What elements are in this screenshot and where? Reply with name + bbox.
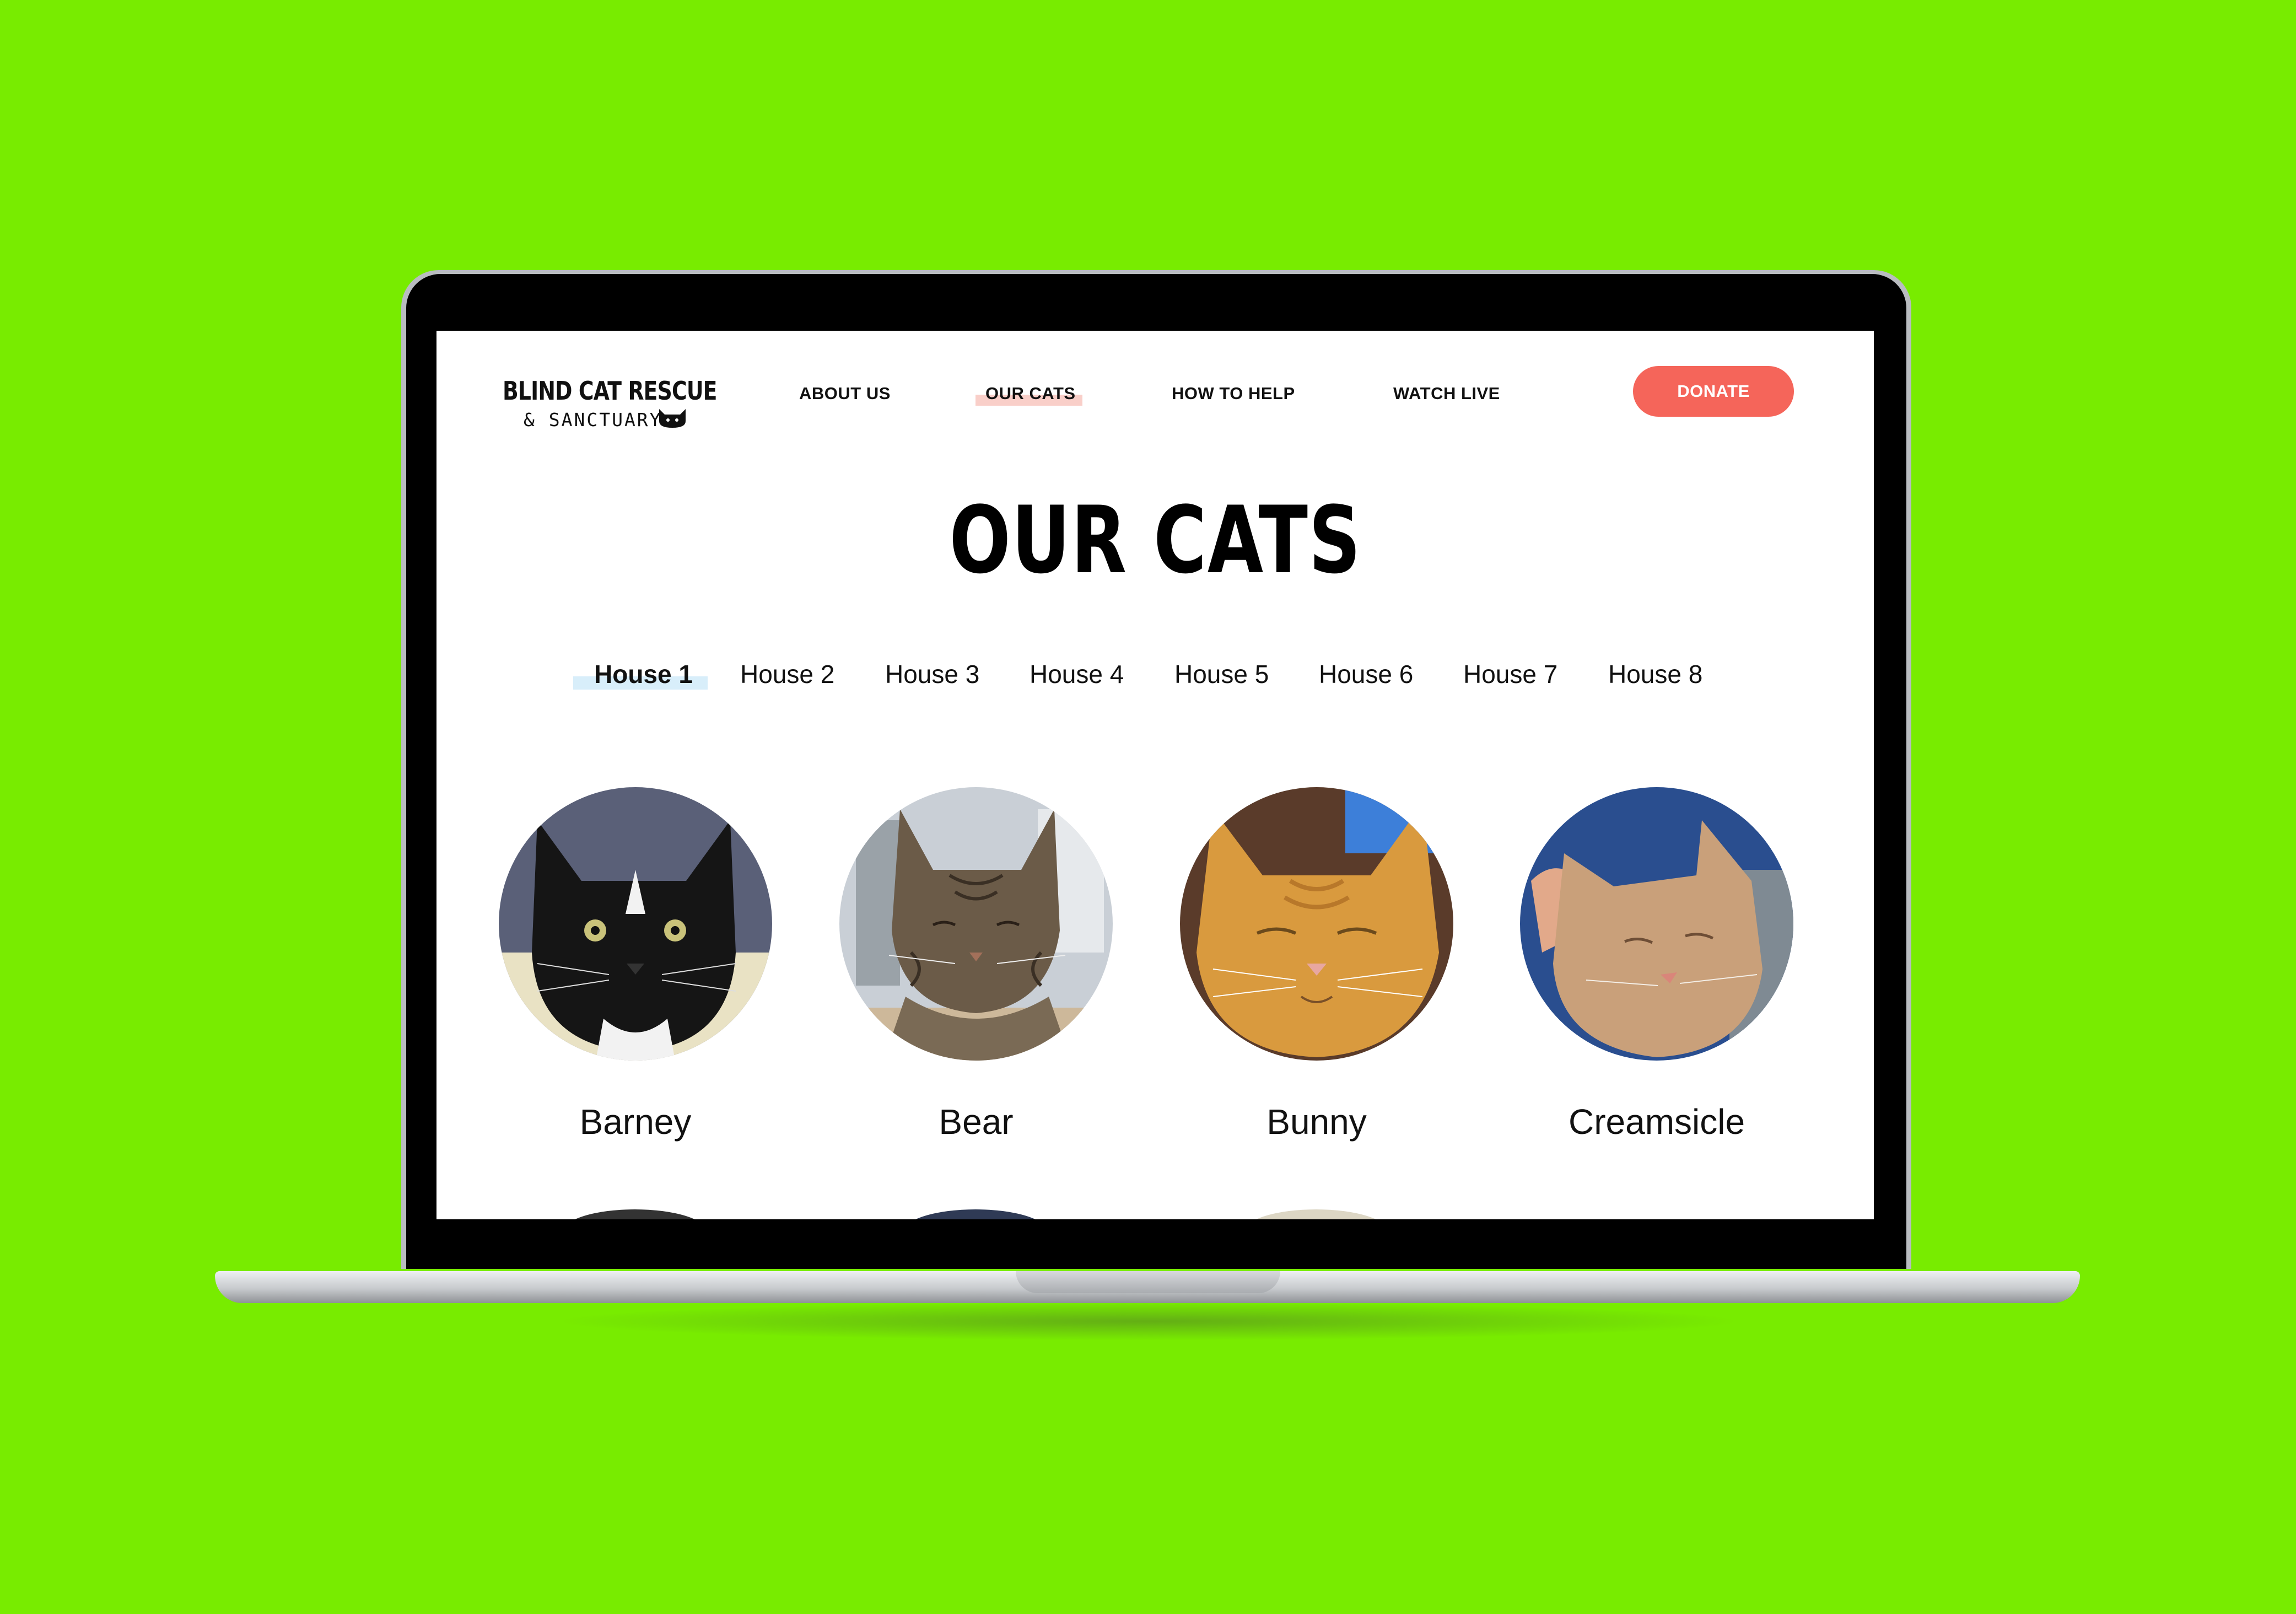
page-title: OUR CATS (436, 486, 1874, 594)
cat-image-barney (499, 787, 772, 1061)
tab-house-6[interactable]: House 6 (1319, 659, 1413, 689)
nav-item-about-us[interactable]: ABOUT US (799, 384, 891, 404)
cat-photo-next-row-1[interactable] (563, 1209, 707, 1219)
cat-logo-icon (659, 409, 686, 428)
cat-name-bunny[interactable]: Bunny (1146, 1101, 1487, 1142)
cat-name-bear[interactable]: Bear (805, 1101, 1147, 1142)
nav-item-watch-live[interactable]: WATCH LIVE (1393, 384, 1500, 404)
cat-name-creamsicle[interactable]: Creamsicle (1486, 1101, 1828, 1142)
tab-house-1[interactable]: House 1 (594, 659, 693, 689)
tab-house-2[interactable]: House 2 (740, 659, 834, 689)
cat-photo-creamsicle[interactable] (1520, 787, 1793, 1061)
cat-image-creamsicle (1520, 787, 1793, 1061)
tab-house-8[interactable]: House 8 (1608, 659, 1702, 689)
donate-button[interactable]: DONATE (1633, 366, 1794, 417)
tab-house-5[interactable]: House 5 (1174, 659, 1269, 689)
cat-photo-barney[interactable] (499, 787, 772, 1061)
site-logo[interactable]: BLIND CAT RESCUE & SANCTUARY (503, 376, 723, 437)
cat-photo-bear[interactable] (839, 787, 1113, 1061)
website-screen: BLIND CAT RESCUE & SANCTUARY ABOUT US OU… (436, 331, 1874, 1219)
page-title-text: OUR CATS (949, 486, 1361, 594)
nav-item-our-cats[interactable]: OUR CATS (985, 384, 1076, 404)
logo-subtitle: & SANCTUARY (524, 409, 662, 431)
cat-image-bear (839, 787, 1113, 1061)
cat-image-bunny (1180, 787, 1453, 1061)
tab-house-7[interactable]: House 7 (1463, 659, 1557, 689)
cat-name-barney[interactable]: Barney (465, 1101, 806, 1142)
nav-item-how-to-help[interactable]: HOW TO HELP (1172, 384, 1295, 404)
logo-title: BLIND CAT RESCUE (503, 376, 717, 406)
tab-house-4[interactable]: House 4 (1030, 659, 1124, 689)
laptop-notch (1016, 1271, 1280, 1293)
cat-photo-next-row-2[interactable] (904, 1209, 1047, 1219)
laptop-shadow (551, 1302, 1745, 1341)
tab-house-3[interactable]: House 3 (885, 659, 979, 689)
cat-photo-next-row-3[interactable] (1244, 1209, 1388, 1219)
cat-photo-bunny[interactable] (1180, 787, 1453, 1061)
